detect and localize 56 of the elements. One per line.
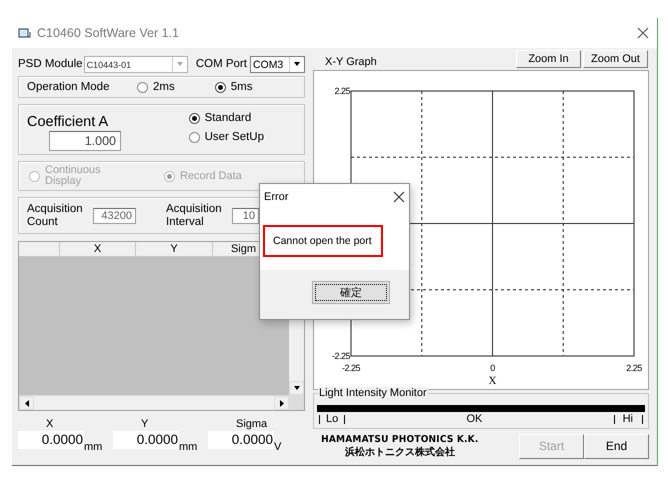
axis-tick-label: 2.25: [334, 86, 350, 96]
zoom-button[interactable]: Zoom In: [516, 50, 581, 68]
field-label: COM Port: [196, 58, 247, 70]
axis-tick-label: 0: [490, 363, 495, 373]
readout-label: X: [45, 418, 54, 431]
unit-label: mm: [84, 441, 102, 453]
input-field[interactable]: 1.000: [49, 131, 121, 151]
scroll-down-button[interactable]: [289, 381, 304, 395]
zoom-button[interactable]: Zoom Out: [583, 50, 648, 68]
field-label: Acquisition Interval: [166, 203, 223, 228]
input-field[interactable]: 10: [232, 208, 259, 224]
group-label: Coefficient A: [27, 114, 108, 130]
axis-label: X: [488, 375, 496, 387]
caret-down-icon: [294, 386, 300, 390]
scale-label: OK: [466, 413, 482, 425]
field-label: Acquisition Count: [27, 203, 84, 228]
scale-label: Lo: [326, 413, 338, 425]
scroll-left-button[interactable]: [19, 396, 34, 410]
dialog-title: Error: [264, 191, 288, 203]
confirm-button[interactable]: 確定: [312, 281, 390, 304]
dropdown[interactable]: COM3: [250, 56, 305, 72]
caret-right-icon: [280, 400, 284, 406]
group-label: Operation Mode: [27, 81, 110, 93]
error-message: Cannot open the port: [263, 225, 383, 257]
close-button[interactable]: [393, 191, 405, 203]
input-field[interactable]: 43200: [93, 208, 136, 224]
scrollbar[interactable]: [19, 395, 289, 410]
scrollbar-corner: [289, 395, 304, 410]
axis-tick-label: -2.25: [332, 351, 350, 361]
unit-label: mm: [179, 441, 198, 453]
radio-button[interactable]: 5ms: [214, 81, 252, 93]
column-header: X: [60, 242, 136, 256]
readout-label: Sigma: [235, 418, 268, 431]
readout-field: 0.0000: [18, 431, 84, 449]
radio-button[interactable]: Standard: [188, 112, 264, 124]
axis-tick-label: -2.25: [342, 363, 360, 373]
radio-button[interactable]: User SetUp: [188, 131, 264, 143]
column-header: Y: [136, 242, 213, 256]
end-button[interactable]: End: [584, 434, 649, 458]
panel-title: X-Y Graph: [324, 55, 377, 68]
company-logo: HAMAMATSU PHOTONICS K.K.: [321, 434, 479, 444]
field-label: PSD Module: [18, 58, 83, 70]
group-label: Light Intensity Monitor: [318, 387, 428, 399]
axis-tick-label: 2.25: [626, 363, 642, 373]
app-icon: [18, 28, 31, 38]
radio-button[interactable]: 2ms: [137, 81, 175, 93]
close-button[interactable]: [637, 27, 649, 39]
readout-label: Y: [140, 418, 150, 431]
scroll-right-button[interactable]: [274, 396, 289, 410]
unit-label: V: [274, 441, 282, 453]
window-title: C10460 SoftWare Ver 1.1: [37, 26, 179, 40]
readout-field: 0.0000: [208, 431, 274, 449]
company-logo: 浜松ホトニクス株式会社: [345, 446, 455, 458]
caret-left-icon: [24, 400, 28, 406]
readout-field: 0.0000: [113, 431, 179, 449]
scale-label: Hi: [622, 413, 633, 425]
